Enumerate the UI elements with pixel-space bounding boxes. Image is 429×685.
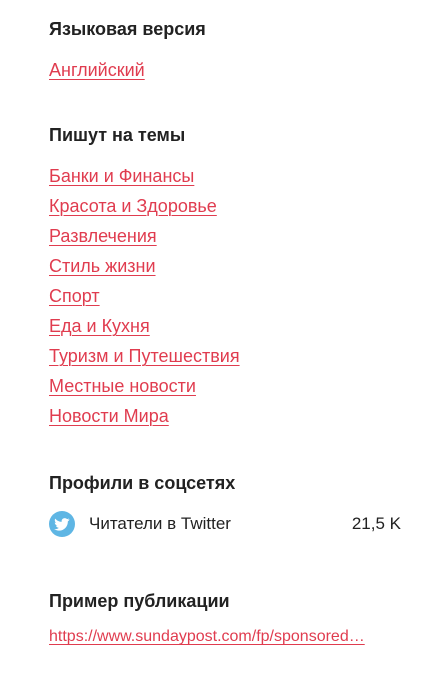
topic-link-lifestyle[interactable]: Стиль жизни	[49, 251, 240, 281]
topic-link-banking-finance[interactable]: Банки и Финансы	[49, 161, 240, 191]
twitter-followers-row: Читатели в Twitter 21,5 K	[49, 510, 401, 538]
social-profiles-heading: Профили в соцсетях	[49, 473, 236, 493]
topic-link-entertainment[interactable]: Развлечения	[49, 221, 240, 251]
topic-link-world-news[interactable]: Новости Мира	[49, 401, 240, 431]
topics-heading: Пишут на темы	[49, 125, 186, 145]
language-version-heading: Языковая версия	[49, 19, 206, 39]
topic-link-food-cooking[interactable]: Еда и Кухня	[49, 311, 240, 341]
language-link-english[interactable]: Английский	[49, 55, 145, 85]
topic-link-local-news[interactable]: Местные новости	[49, 371, 240, 401]
sample-publication-link[interactable]: https://www.sundaypost.com/fp/sponsored…	[49, 625, 401, 649]
sample-publication-heading: Пример публикации	[49, 591, 230, 611]
twitter-followers-count: 21,5 K	[351, 514, 401, 533]
twitter-icon	[49, 511, 75, 537]
topics-list: Банки и Финансы Красота и Здоровье Развл…	[49, 161, 240, 431]
topic-link-beauty-health[interactable]: Красота и Здоровье	[49, 191, 240, 221]
twitter-followers-label: Читатели в Twitter	[89, 514, 231, 533]
topic-link-sport[interactable]: Спорт	[49, 281, 240, 311]
topic-link-travel[interactable]: Туризм и Путешествия	[49, 341, 240, 371]
